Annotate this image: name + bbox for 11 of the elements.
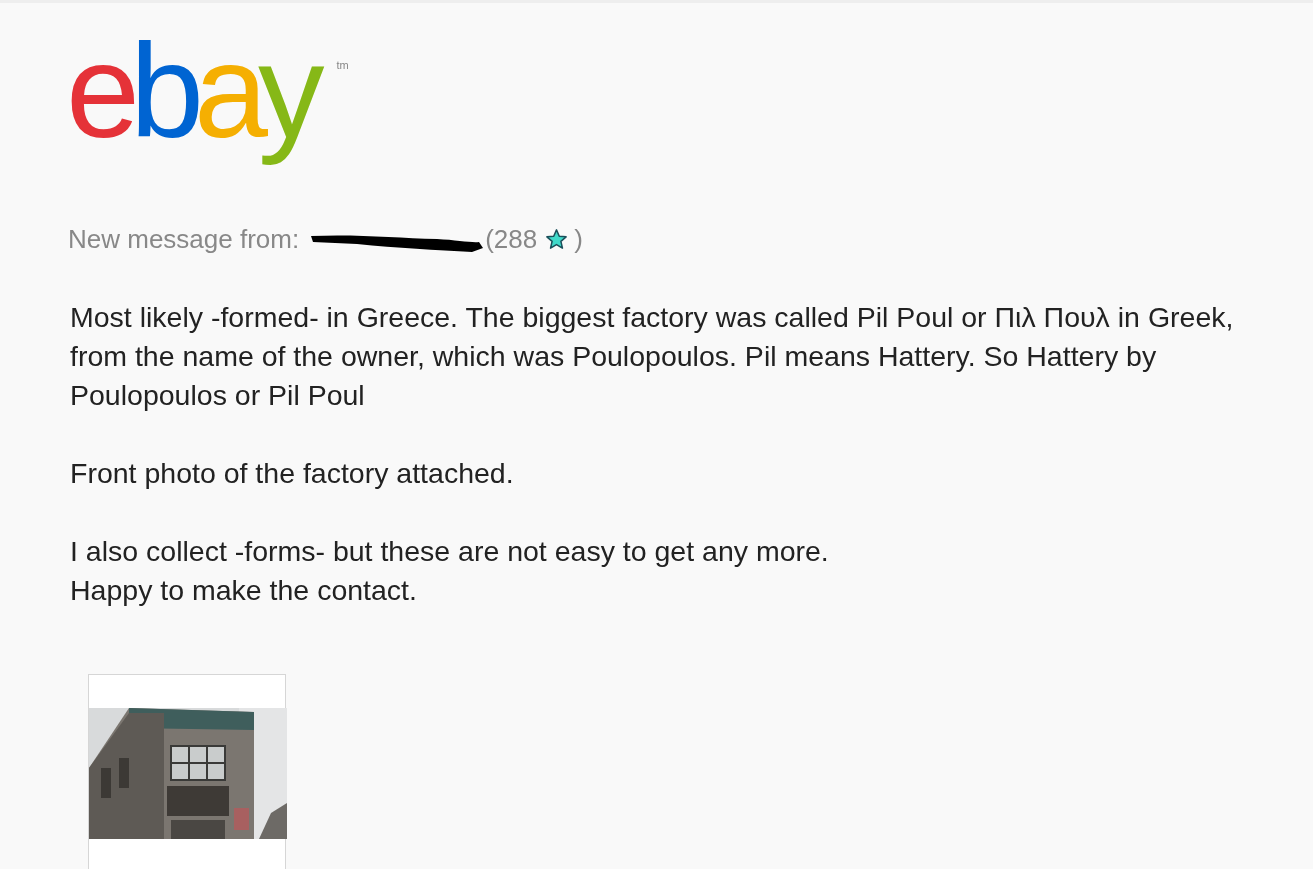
- trademark-label: tm: [336, 59, 349, 73]
- star-icon: [545, 228, 569, 252]
- message-text: Most likely -formed- in Greece. The biggest factory was called Pil Poul or Πιλ Πουλ in Greek, from the name of the owner, which was Poulopoulos. Pil means Hattery. So Hattery by Poulopoulos or Pil Poul: [70, 299, 1235, 413]
- attachment-card[interactable]: [88, 673, 286, 869]
- message-text: Front photo of the factory attached.: [70, 455, 515, 491]
- feedback-score-close: ): [574, 224, 583, 256]
- message-text: Happy to make the contact.: [70, 572, 418, 608]
- feedback-score: (288: [485, 224, 538, 256]
- message-text: I also collect -forms- but these are not easy to get any more.: [70, 533, 830, 569]
- sender-label: New message from:: [68, 224, 300, 256]
- ebay-logo: ebay: [66, 16, 325, 167]
